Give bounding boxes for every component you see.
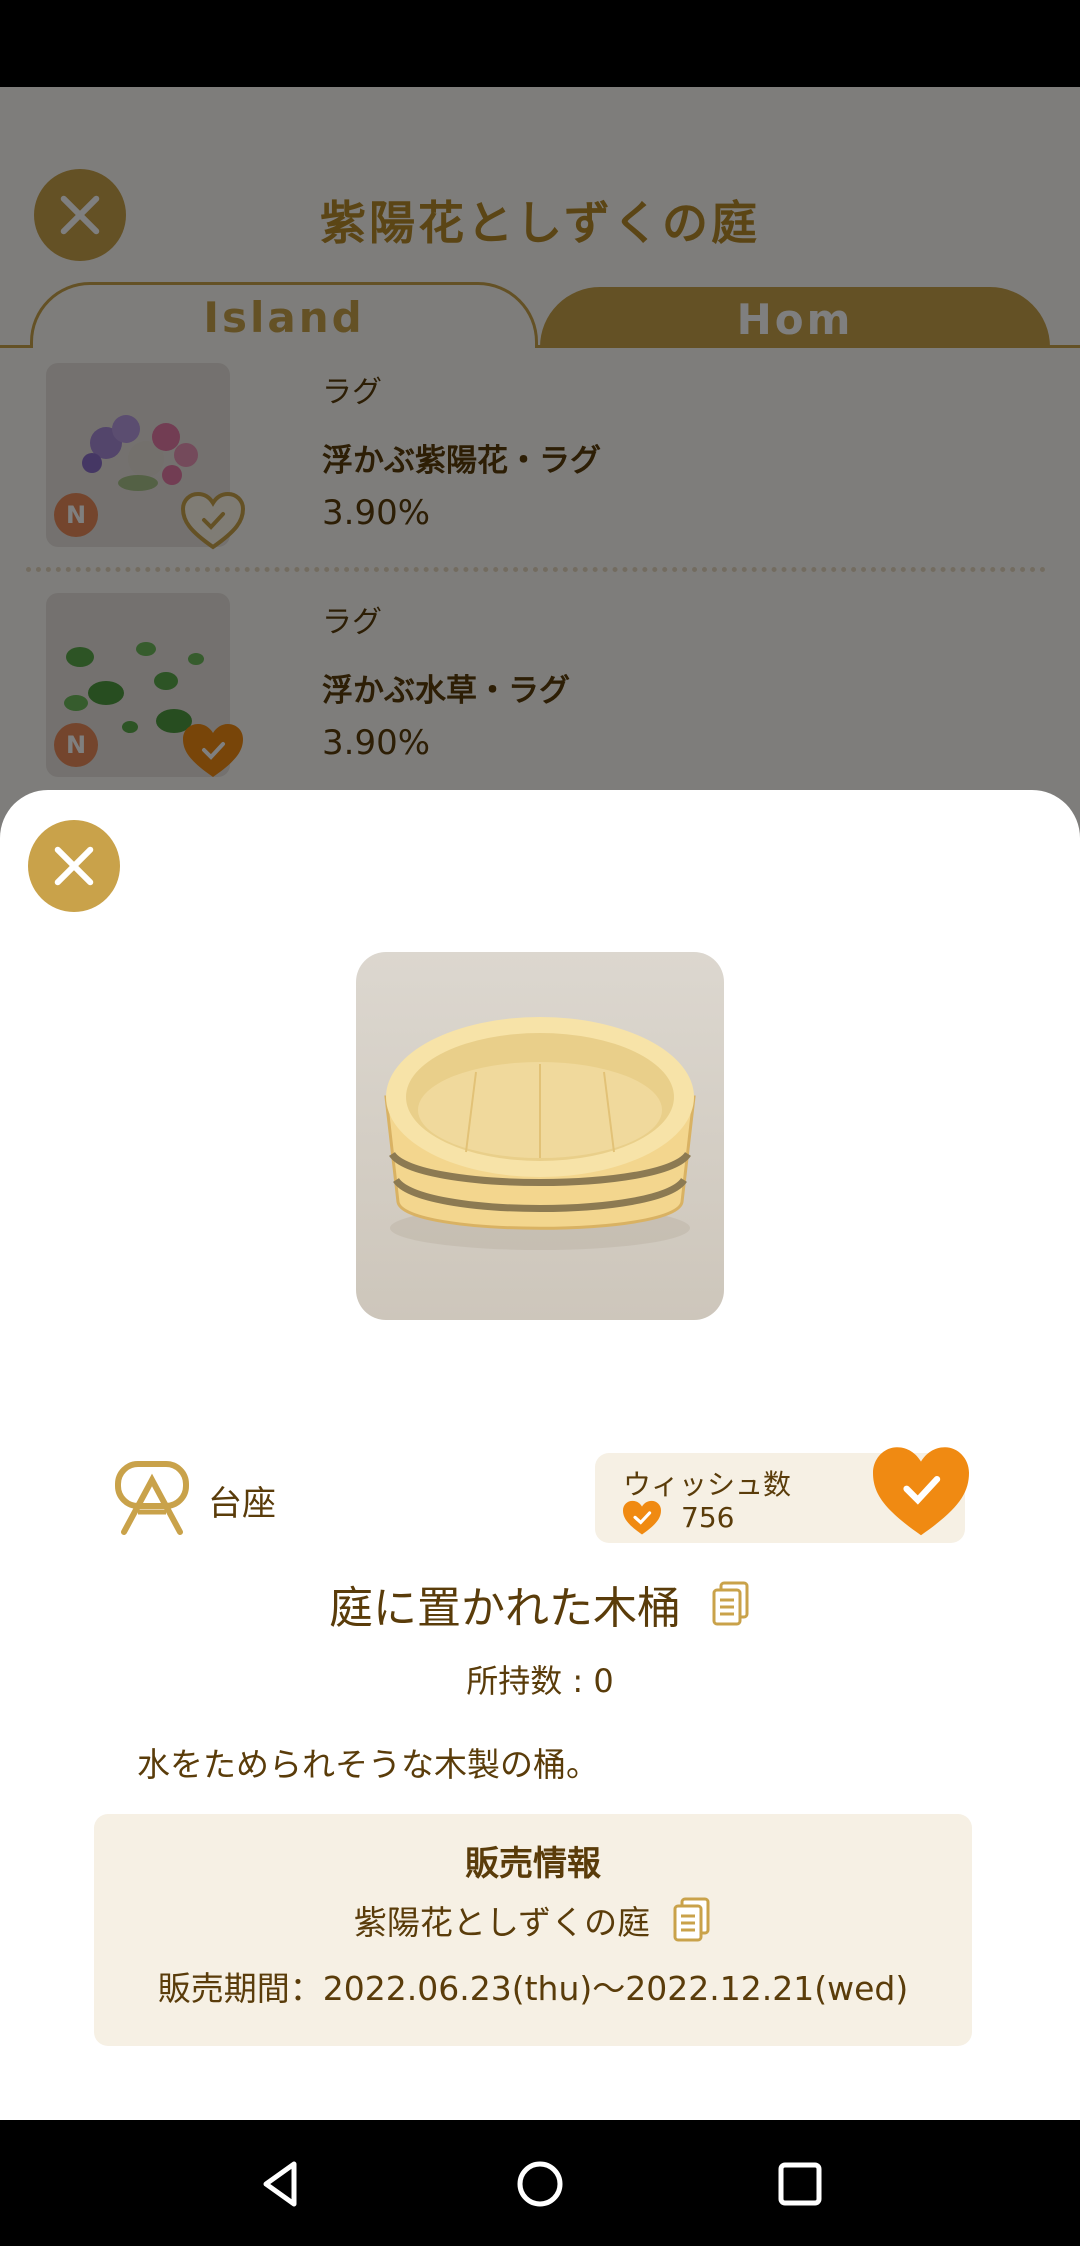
recents-icon[interactable] bbox=[774, 2158, 826, 2210]
sale-heading: 販売情報 bbox=[465, 1844, 601, 1884]
owned-count: 所持数 : 0 bbox=[466, 1662, 614, 1700]
wooden-tub-image bbox=[384, 1017, 696, 1250]
sale-shop-name: 紫陽花としずくの庭 bbox=[353, 1903, 651, 1942]
item-detail-sheet: 台座 ウィッシュ数 756 庭に置かれた木桶 所持数 : 0 水をためられそうな… bbox=[0, 790, 1080, 2120]
category-label: 台座 bbox=[208, 1484, 276, 1524]
item-title: 庭に置かれた木桶 bbox=[329, 1583, 681, 1634]
wish-heart-button-icon[interactable] bbox=[868, 1444, 974, 1540]
item-title-row: 庭に置かれた木桶 bbox=[0, 1572, 1080, 1636]
back-icon[interactable] bbox=[254, 2158, 306, 2210]
heart-mini-icon bbox=[623, 1500, 661, 1535]
wish-label: ウィッシュ数 bbox=[623, 1468, 792, 1501]
sale-shop-row: 紫陽花としずくの庭 bbox=[94, 1896, 972, 1944]
pedestal-icon bbox=[115, 1461, 189, 1535]
item-description: 水をためられそうな木製の桶。 bbox=[137, 1745, 599, 1784]
home-icon[interactable] bbox=[514, 2158, 566, 2210]
item-image bbox=[356, 952, 724, 1320]
navigation-bar bbox=[0, 2120, 1080, 2246]
document-icon[interactable] bbox=[672, 1897, 712, 1943]
document-icon[interactable] bbox=[711, 1581, 751, 1627]
status-bar bbox=[0, 0, 1080, 87]
sheet-close-button[interactable] bbox=[28, 820, 120, 912]
sale-period: 販売期間：2022.06.23(thu)〜2022.12.21(wed) bbox=[157, 1969, 909, 2008]
sale-info-panel: 販売情報 紫陽花としずくの庭 販売期間：2022.06.23(thu)〜2022… bbox=[94, 1814, 972, 2046]
wish-count: 756 bbox=[681, 1501, 735, 1534]
